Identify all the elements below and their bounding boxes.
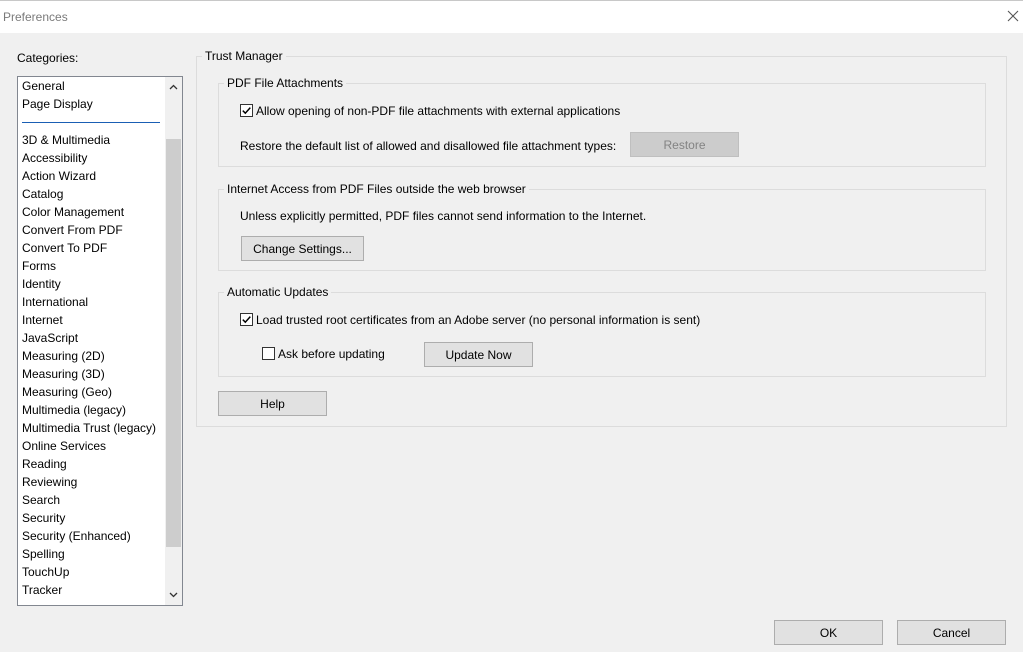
sidebar-item[interactable]: Page Display — [22, 95, 156, 113]
sidebar-item[interactable]: Search — [22, 491, 156, 509]
sidebar-item[interactable]: Action Wizard — [22, 167, 156, 185]
sidebar-item[interactable]: Measuring (Geo) — [22, 383, 156, 401]
sidebar-item[interactable]: Convert From PDF — [22, 221, 156, 239]
internet-access-description: Unless explicitly permitted, PDF files c… — [240, 209, 647, 223]
cancel-button[interactable]: Cancel — [897, 620, 1006, 645]
sidebar-item[interactable]: Tracker — [22, 581, 156, 599]
restore-description: Restore the default list of allowed and … — [240, 139, 617, 153]
automatic-updates-title: Automatic Updates — [224, 285, 332, 299]
sidebar-item[interactable]: Reviewing — [22, 473, 156, 491]
sidebar-item[interactable]: Spelling — [22, 545, 156, 563]
sidebar-item[interactable]: Security — [22, 509, 156, 527]
restore-button[interactable]: Restore — [630, 132, 739, 157]
internet-access-title: Internet Access from PDF Files outside t… — [224, 182, 529, 196]
list-separator — [22, 122, 160, 123]
window-title: Preferences — [3, 10, 68, 24]
sidebar-item[interactable]: Measuring (2D) — [22, 347, 156, 365]
help-button[interactable]: Help — [218, 391, 327, 416]
trust-manager-panel: Trust Manager PDF File Attachments Allow… — [196, 49, 1007, 427]
attachments-title: PDF File Attachments — [224, 76, 347, 90]
sidebar-item[interactable]: Catalog — [22, 185, 156, 203]
allow-attachments-checkbox[interactable] — [240, 104, 253, 117]
scroll-up-arrow-icon[interactable] — [168, 82, 179, 93]
allow-attachments-label[interactable]: Allow opening of non-PDF file attachment… — [256, 104, 620, 118]
categories-scrollbar[interactable] — [165, 77, 182, 605]
scroll-thumb[interactable] — [166, 139, 181, 547]
automatic-updates-group: Automatic Updates Load trusted root cert… — [218, 285, 986, 377]
sidebar-item[interactable]: Forms — [22, 257, 156, 275]
update-now-button[interactable]: Update Now — [424, 342, 533, 367]
checkmark-icon — [242, 316, 251, 324]
categories-items: General Page Display 3D & Multimedia Access… — [22, 77, 156, 599]
load-certificates-label[interactable]: Load trusted root certificates from an A… — [256, 313, 700, 327]
trust-manager-title: Trust Manager — [202, 49, 286, 63]
ok-button[interactable]: OK — [774, 620, 883, 645]
sidebar-item[interactable]: Security (Enhanced) — [22, 527, 156, 545]
sidebar-item[interactable]: Multimedia Trust (legacy) — [22, 419, 156, 437]
sidebar-item[interactable]: Online Services — [22, 437, 156, 455]
attachments-group: PDF File Attachments Allow opening of no… — [218, 76, 986, 167]
ask-before-updating-label[interactable]: Ask before updating — [278, 347, 385, 361]
sidebar-item[interactable]: General — [22, 77, 156, 95]
categories-list[interactable]: General Page Display 3D & Multimedia Access… — [17, 76, 183, 606]
sidebar-item[interactable]: Color Management — [22, 203, 156, 221]
sidebar-item[interactable]: Multimedia (legacy) — [22, 401, 156, 419]
sidebar-item[interactable]: TouchUp — [22, 563, 156, 581]
sidebar-item[interactable]: International — [22, 293, 156, 311]
sidebar-item[interactable]: Reading — [22, 455, 156, 473]
close-icon[interactable] — [1006, 9, 1020, 23]
sidebar-item[interactable]: Internet — [22, 311, 156, 329]
categories-label: Categories: — [17, 51, 79, 65]
sidebar-item[interactable]: Measuring (3D) — [22, 365, 156, 383]
scroll-down-arrow-icon[interactable] — [168, 589, 179, 600]
title-bar: Preferences — [0, 0, 1023, 33]
sidebar-item[interactable]: Convert To PDF — [22, 239, 156, 257]
sidebar-item[interactable]: Identity — [22, 275, 156, 293]
internet-access-group: Internet Access from PDF Files outside t… — [218, 182, 986, 271]
change-settings-button[interactable]: Change Settings... — [241, 236, 364, 261]
load-certificates-checkbox[interactable] — [240, 313, 253, 326]
ask-before-updating-checkbox[interactable] — [262, 347, 275, 360]
sidebar-item[interactable]: 3D & Multimedia — [22, 131, 156, 149]
sidebar-item[interactable]: Accessibility — [22, 149, 156, 167]
sidebar-item[interactable]: JavaScript — [22, 329, 156, 347]
checkmark-icon — [242, 107, 251, 115]
